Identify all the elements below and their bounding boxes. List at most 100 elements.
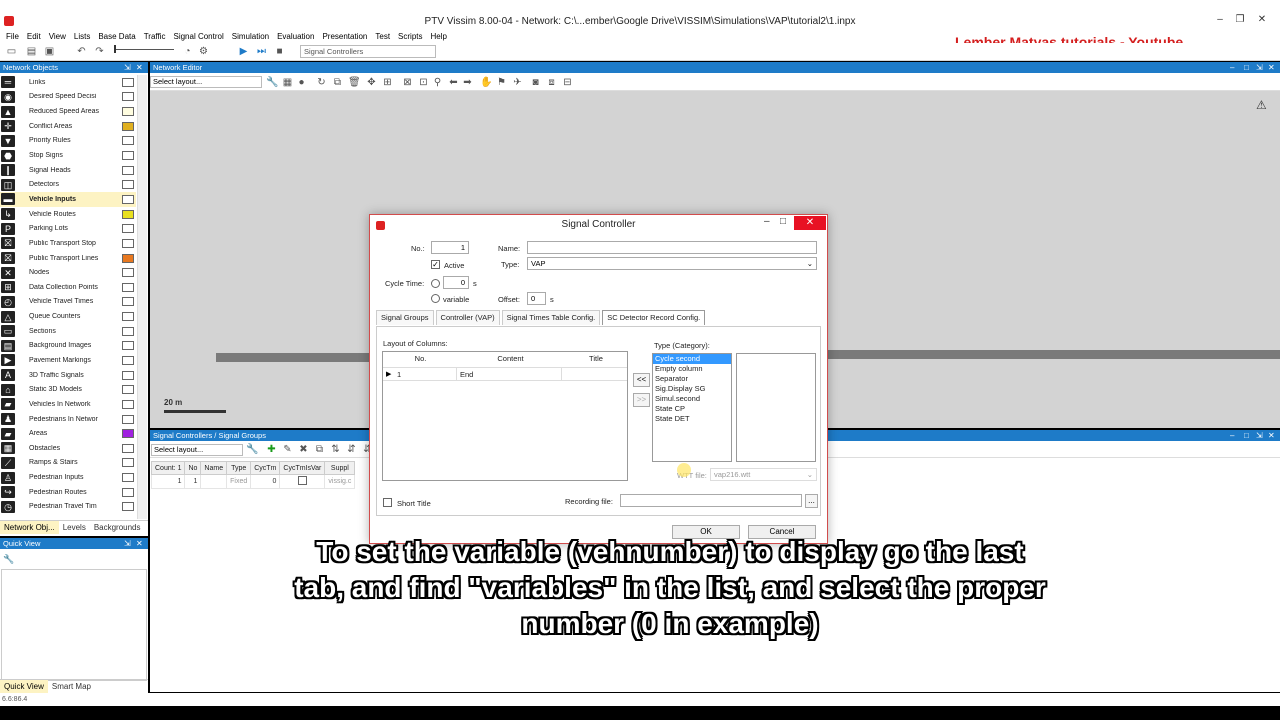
rotate-icon[interactable]: ↻: [316, 77, 327, 88]
cell-suppl[interactable]: vissig.c: [324, 474, 356, 489]
color-swatch[interactable]: [122, 487, 134, 497]
network-object-item[interactable]: P Parking Lots: [0, 221, 136, 236]
sort-icon[interactable]: ⇅: [330, 444, 341, 455]
layout-select[interactable]: Select layout...: [150, 76, 262, 88]
menu-help[interactable]: Help: [427, 32, 451, 41]
network-object-item[interactable]: ❙ Signal Heads: [0, 163, 136, 178]
tab-quick-view[interactable]: Quick View: [0, 680, 48, 693]
network-object-item[interactable]: ▲ Reduced Speed Areas: [0, 104, 136, 119]
menu-lists[interactable]: Lists: [70, 32, 94, 41]
short-title-checkbox[interactable]: [383, 498, 392, 507]
color-swatch[interactable]: [122, 429, 134, 439]
variable-cycle-radio[interactable]: [431, 294, 440, 303]
color-swatch[interactable]: [122, 297, 134, 307]
menu-base-data[interactable]: Base Data: [94, 32, 139, 41]
pin-icon[interactable]: ⇲: [124, 538, 131, 549]
color-swatch[interactable]: [122, 326, 134, 336]
col-cyctmisvar[interactable]: CycTmIsVar: [279, 461, 326, 475]
signal-head-icon[interactable]: ⚠: [1256, 98, 1267, 112]
network-object-item[interactable]: ♙ Pedestrian Inputs: [0, 470, 136, 485]
color-swatch[interactable]: [122, 224, 134, 234]
color-swatch[interactable]: [122, 151, 134, 161]
redo-icon[interactable]: ↷: [94, 46, 105, 57]
color-swatch[interactable]: [122, 77, 134, 87]
play-icon[interactable]: ▶: [238, 46, 249, 57]
menu-evaluation[interactable]: Evaluation: [273, 32, 318, 41]
dialog-close-button[interactable]: ✕: [794, 216, 826, 230]
color-swatch[interactable]: [122, 282, 134, 292]
color-swatch[interactable]: [122, 180, 134, 190]
undo-icon[interactable]: ↶: [76, 46, 87, 57]
minimize-pane-icon[interactable]: –: [1230, 62, 1234, 73]
color-swatch[interactable]: [122, 370, 134, 380]
col-header-no[interactable]: No.: [383, 352, 458, 366]
list-item[interactable]: Sig.Display SG: [653, 384, 731, 394]
cell-type[interactable]: Fixed: [226, 474, 252, 489]
pane-close-icon[interactable]: ✕: [1268, 62, 1275, 73]
tab-backgrounds[interactable]: Backgrounds: [90, 521, 145, 534]
network-object-item[interactable]: ▬ Vehicle Inputs: [0, 192, 136, 207]
zoom-icon[interactable]: ⊞: [382, 77, 393, 88]
list-item[interactable]: Cycle second: [653, 354, 731, 364]
col-type[interactable]: Type: [226, 461, 252, 475]
stop-icon[interactable]: ■: [274, 46, 285, 57]
plane-icon[interactable]: ✈: [512, 77, 523, 88]
network-object-item[interactable]: ✕ Nodes: [0, 265, 136, 280]
col-cyctm[interactable]: CycTm: [250, 461, 281, 475]
network-object-item[interactable]: ✛ Conflict Areas: [0, 119, 136, 134]
col-name[interactable]: Name: [200, 461, 228, 475]
col-header-content[interactable]: Content: [458, 352, 563, 366]
duplicate-icon[interactable]: ⧉: [314, 444, 325, 455]
network-object-item[interactable]: ◴ Vehicle Travel Times: [0, 295, 136, 310]
cell-cyctmisvar[interactable]: [279, 474, 326, 489]
wrench-icon[interactable]: 🔧: [3, 554, 14, 565]
network-object-item[interactable]: ↳ Vehicle Routes: [0, 207, 136, 222]
cyctmisvar-checkbox[interactable]: [297, 476, 307, 485]
speed-icon[interactable]: ◔: [182, 46, 193, 57]
color-swatch[interactable]: [122, 165, 134, 175]
color-swatch[interactable]: [122, 268, 134, 278]
color-swatch[interactable]: [122, 121, 134, 131]
pin-icon[interactable]: ⇲: [124, 62, 131, 73]
color-swatch[interactable]: [122, 92, 134, 102]
color-swatch[interactable]: [122, 414, 134, 424]
color-swatch[interactable]: [122, 107, 134, 117]
row-no[interactable]: 1: [397, 370, 401, 379]
road-link[interactable]: [216, 353, 371, 362]
edit-icon[interactable]: ✎: [282, 444, 293, 455]
list-item[interactable]: State DET: [653, 414, 731, 424]
pane-close-icon[interactable]: ✕: [1268, 430, 1275, 441]
camera-icon[interactable]: ◙: [530, 77, 541, 88]
open-folder-icon[interactable]: ▤: [26, 46, 37, 57]
tab-smart-map[interactable]: Smart Map: [48, 680, 95, 693]
add-icon[interactable]: ✚: [266, 444, 277, 455]
offset-input[interactable]: 0: [527, 292, 546, 305]
row-content[interactable]: End: [460, 370, 473, 379]
col-header-title[interactable]: Title: [563, 352, 629, 366]
tab-sc-detector-record[interactable]: SC Detector Record Config.: [602, 310, 706, 325]
color-swatch[interactable]: [122, 312, 134, 322]
network-object-item[interactable]: ▦ Obstacles: [0, 441, 136, 456]
no-input[interactable]: 1: [431, 241, 469, 254]
network-object-item[interactable]: △ Queue Counters: [0, 309, 136, 324]
save-icon[interactable]: ▣: [44, 46, 55, 57]
color-swatch[interactable]: [122, 194, 134, 204]
network-object-item[interactable]: ▶ Pavement Markings: [0, 353, 136, 368]
network-object-item[interactable]: ▰ Areas: [0, 426, 136, 441]
3d-view-icon[interactable]: ⧈: [546, 77, 557, 88]
wrench-icon[interactable]: 🔧: [266, 77, 278, 88]
color-swatch[interactable]: [122, 385, 134, 395]
col-suppl[interactable]: Suppl: [324, 461, 356, 475]
zoom-all-icon[interactable]: ⊠: [402, 77, 413, 88]
tab-network-objects[interactable]: Network Obj...: [0, 521, 59, 534]
dialog-maximize-button[interactable]: □: [780, 216, 786, 227]
recording-file-input[interactable]: [620, 494, 802, 507]
table-row[interactable]: 1 1 Fixed 0 vissig.c: [150, 474, 356, 489]
color-swatch[interactable]: [122, 473, 134, 483]
zoom-window-icon[interactable]: ⊡: [418, 77, 429, 88]
list-item[interactable]: Simul.second: [653, 394, 731, 404]
list-item[interactable]: Separator: [653, 374, 731, 384]
settings-gear-icon[interactable]: ⚙: [198, 46, 209, 57]
menu-file[interactable]: File: [2, 32, 23, 41]
menu-simulation[interactable]: Simulation: [228, 32, 273, 41]
